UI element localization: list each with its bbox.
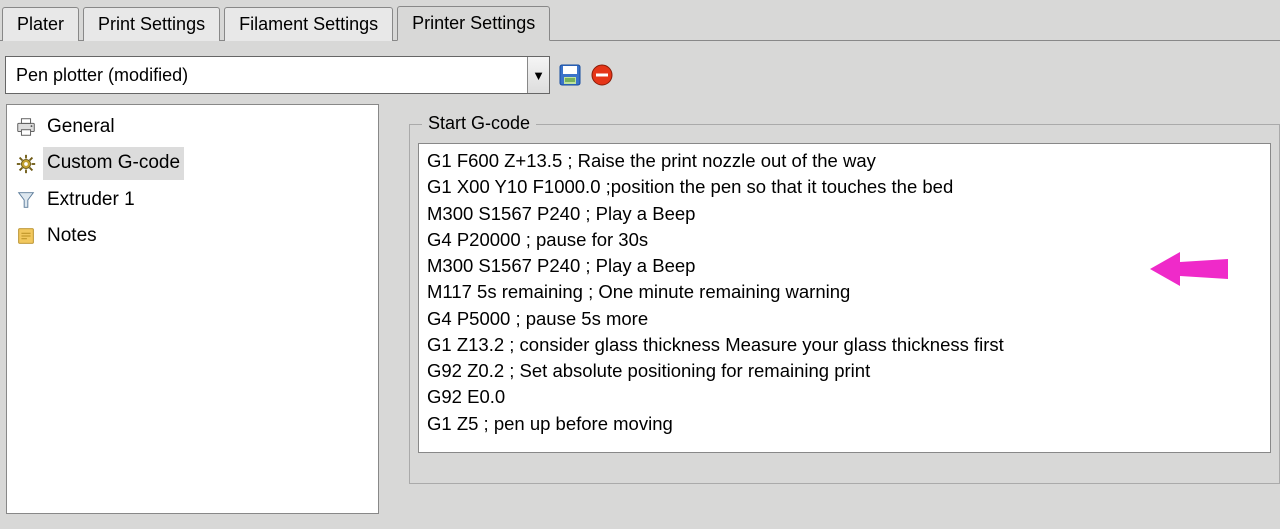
tree-item-notes[interactable]: Notes: [7, 218, 378, 254]
profile-row: Pen plotter (modified) ▼: [0, 41, 1280, 104]
gear-icon: [15, 153, 37, 175]
dropdown-arrow-icon[interactable]: ▼: [527, 57, 549, 93]
tree-item-label: Custom G-code: [43, 147, 184, 179]
note-icon: [15, 225, 37, 247]
tab-label: Printer Settings: [412, 13, 535, 33]
tree-item-custom-gcode[interactable]: Custom G-code: [7, 145, 378, 181]
funnel-icon: [15, 189, 37, 211]
tab-plater[interactable]: Plater: [2, 7, 79, 41]
tree-item-label: Extruder 1: [43, 184, 139, 216]
main-area: General Custom G-code Extruder 1 Notes S…: [0, 104, 1280, 514]
start-gcode-textarea[interactable]: [418, 143, 1271, 453]
tab-strip: Plater Print Settings Filament Settings …: [0, 0, 1280, 41]
save-icon[interactable]: [558, 63, 582, 87]
profile-selected-text: Pen plotter (modified): [6, 65, 527, 86]
tree-item-label: General: [43, 111, 119, 143]
delete-icon[interactable]: [590, 63, 614, 87]
tab-label: Plater: [17, 14, 64, 34]
tab-print-settings[interactable]: Print Settings: [83, 7, 220, 41]
content-area: Start G-code: [409, 104, 1280, 514]
settings-tree: General Custom G-code Extruder 1 Notes: [6, 104, 379, 514]
tab-label: Print Settings: [98, 14, 205, 34]
tree-item-general[interactable]: General: [7, 109, 378, 145]
tab-filament-settings[interactable]: Filament Settings: [224, 7, 393, 41]
tab-printer-settings[interactable]: Printer Settings: [397, 6, 550, 41]
tab-label: Filament Settings: [239, 14, 378, 34]
printer-icon: [15, 116, 37, 138]
start-gcode-groupbox: Start G-code: [409, 124, 1280, 484]
tree-item-label: Notes: [43, 220, 101, 252]
tree-item-extruder-1[interactable]: Extruder 1: [7, 182, 378, 218]
profile-select[interactable]: Pen plotter (modified) ▼: [5, 56, 550, 94]
groupbox-legend: Start G-code: [422, 113, 536, 134]
